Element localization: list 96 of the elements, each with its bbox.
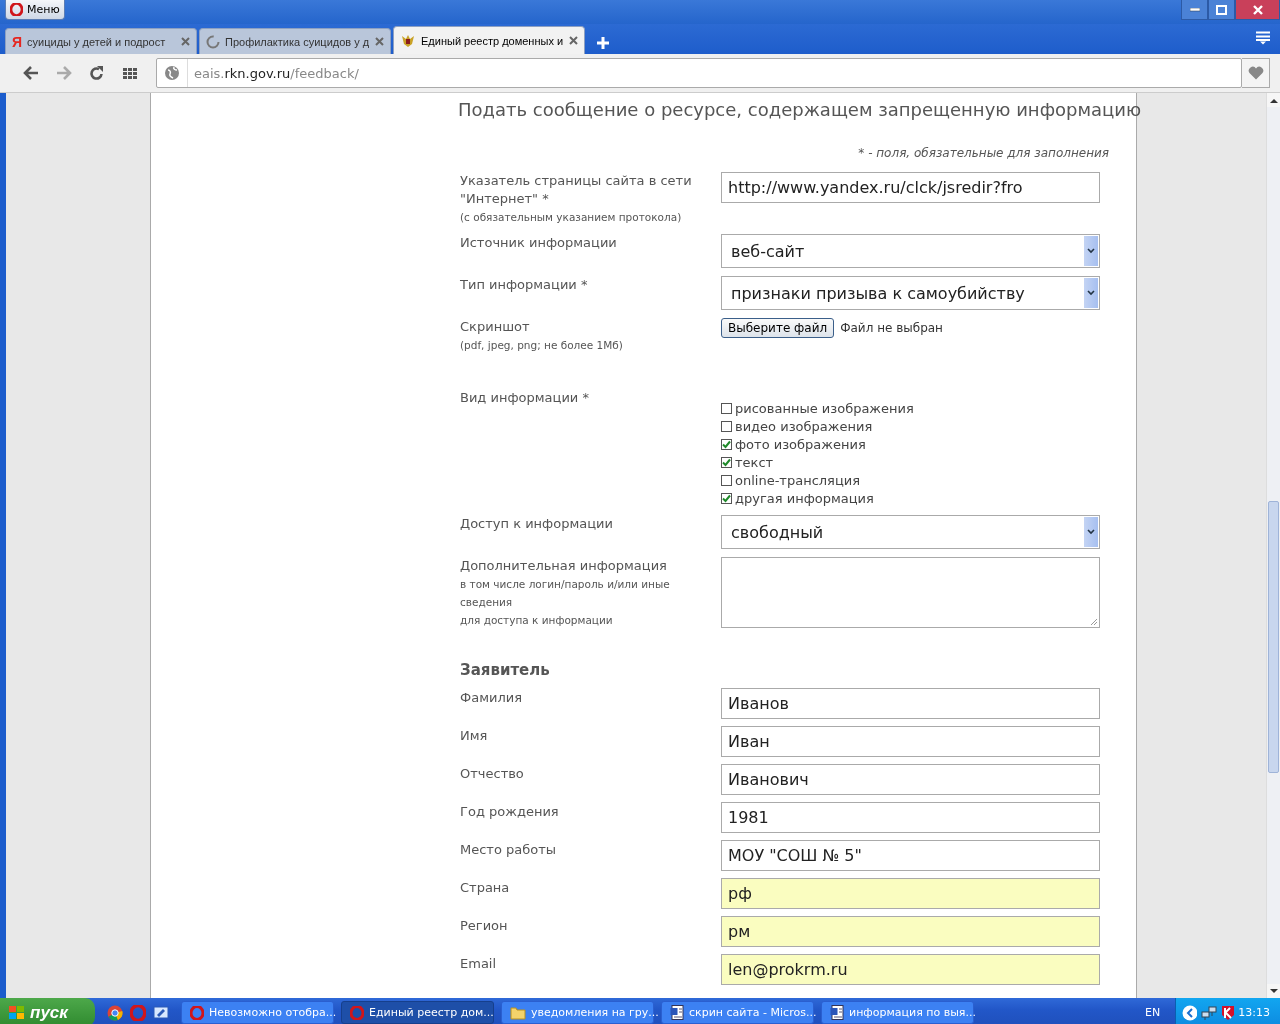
choose-file-button[interactable]: Выберите файл <box>721 318 835 338</box>
checkbox[interactable] <box>721 420 732 432</box>
checkbox[interactable] <box>721 456 732 468</box>
field-hint: сведения <box>460 595 514 610</box>
input-field[interactable]: рф <box>721 878 1100 909</box>
section-heading: Заявитель <box>460 661 551 681</box>
scroll-up-icon[interactable] <box>1269 97 1278 103</box>
resize-grip-icon[interactable] <box>1090 618 1098 626</box>
checkbox[interactable] <box>721 438 732 450</box>
opera-icon <box>350 1005 364 1020</box>
field-label: Доступ к информации <box>460 515 614 533</box>
opera-logo-icon <box>10 3 23 16</box>
checkbox-label: видео изображения <box>735 418 873 434</box>
field-hint: в том числе логин/пароль и/или иные <box>460 577 671 592</box>
loading-spinner-icon <box>206 34 220 49</box>
back-icon[interactable] <box>22 66 39 80</box>
dropdown[interactable]: веб-сайт <box>721 234 1100 268</box>
opera-icon <box>190 1005 204 1020</box>
language-indicator[interactable]: EN <box>1145 1006 1170 1019</box>
field-label: Страна <box>460 879 511 897</box>
menu-button[interactable]: Меню <box>5 0 65 20</box>
start-button[interactable]: пуск <box>0 998 95 1024</box>
field-label: Скриншот <box>460 318 531 336</box>
opera-icon <box>130 1004 146 1021</box>
dropdown[interactable]: признаки призыва к самоубийству <box>721 276 1100 310</box>
maximize-button[interactable] <box>1208 0 1235 20</box>
network-icon[interactable] <box>1201 1004 1217 1021</box>
input-field[interactable]: Иван <box>721 726 1100 757</box>
field-hint: (с обязательным указанием протокола) <box>460 210 683 225</box>
close-tab-icon[interactable] <box>181 37 190 46</box>
input-field[interactable]: рм <box>721 916 1100 947</box>
new-tab-icon[interactable] <box>597 37 609 49</box>
taskbar-button[interactable]: информация по выя... <box>821 1001 974 1024</box>
required-note: * - поля, обязательные для заполнения <box>857 146 1109 162</box>
checkbox-label: рисованные изображения <box>735 400 914 416</box>
close-button[interactable] <box>1235 0 1280 20</box>
clock: 13:13 <box>1238 1006 1270 1019</box>
field-label: Источник информации <box>460 234 618 252</box>
checkbox[interactable] <box>721 492 732 504</box>
address-bar[interactable]: eais.rkn.gov.ru/feedback/ <box>156 58 1242 88</box>
chrome-icon[interactable] <box>107 1004 123 1021</box>
field-label: Email <box>460 955 498 973</box>
minimize-button[interactable] <box>1181 0 1208 20</box>
field-label: Фамилия <box>460 689 523 707</box>
field-label: Место работы <box>460 841 558 859</box>
minimize-icon <box>1189 7 1200 12</box>
document-icon <box>830 1005 844 1020</box>
file-status: Файл не выбран <box>840 321 943 335</box>
desktop-icon[interactable] <box>153 1004 169 1021</box>
checkbox-label: текст <box>735 454 774 470</box>
windows-logo-icon <box>8 1004 26 1021</box>
menu-icon[interactable] <box>1256 31 1270 45</box>
input-field[interactable]: Иванович <box>721 764 1100 795</box>
reload-icon[interactable] <box>89 65 104 81</box>
field-label: Отчество <box>460 765 525 783</box>
scrollbar-thumb[interactable] <box>1268 501 1279 773</box>
checkbox[interactable] <box>721 474 732 486</box>
browser-tab[interactable]: Я суициды у детей и подрост <box>5 28 197 54</box>
maximize-icon <box>1216 4 1227 15</box>
heart-icon <box>1247 66 1264 80</box>
checkbox-label: фото изображения <box>735 436 866 452</box>
browser-tab[interactable]: Единый реестр доменных и <box>393 26 585 54</box>
close-tab-icon[interactable] <box>375 37 384 46</box>
close-tab-icon[interactable] <box>569 36 578 45</box>
checkbox-label: другая информация <box>735 490 874 506</box>
field-hint: (pdf, jpeg, png; не более 1Мб) <box>460 338 624 353</box>
field-label: Тип информации * <box>460 276 589 294</box>
field-label: Год рождения <box>460 803 560 821</box>
taskbar-button[interactable]: Единый реестр дом... <box>341 1001 494 1024</box>
bookmark-button[interactable] <box>1242 58 1270 88</box>
browser-tab[interactable]: Профилактика суицидов у д <box>199 28 391 54</box>
chevron-icon[interactable] <box>1182 1004 1198 1021</box>
globe-icon <box>164 65 180 81</box>
taskbar-button[interactable]: Невозможно отобра... <box>181 1001 334 1024</box>
folder-icon <box>510 1005 526 1020</box>
input-field[interactable]: Иванов <box>721 688 1100 719</box>
input-field[interactable]: МОУ "СОШ № 5" <box>721 840 1100 871</box>
tab-favicon: Я <box>12 33 23 50</box>
document-icon <box>670 1005 684 1020</box>
grid-icon[interactable] <box>122 67 137 79</box>
taskbar-button[interactable]: скрин сайта - Micros... <box>661 1001 814 1024</box>
field-label: Дополнительная информация <box>460 557 668 575</box>
field-label: Имя <box>460 727 489 745</box>
dropdown[interactable]: свободный <box>721 515 1100 549</box>
input-field[interactable]: len@prokrm.ru <box>721 954 1100 985</box>
checkbox[interactable] <box>721 402 732 414</box>
field-label: Вид информации * <box>460 389 590 407</box>
close-icon <box>1252 4 1263 15</box>
scroll-down-icon[interactable] <box>1269 988 1278 994</box>
field-label: Регион <box>460 917 509 935</box>
shield-icon[interactable] <box>1220 1004 1235 1021</box>
checkbox-label: online-трансляция <box>735 472 861 488</box>
url-field[interactable]: http://www.yandex.ru/clck/jsredir?fro <box>721 172 1100 203</box>
field-hint: для доступа к информации <box>460 613 614 628</box>
input-field[interactable]: 1981 <box>721 802 1100 833</box>
field-label: Указатель страницы сайта в сети "Интернет" * <box>460 172 693 208</box>
